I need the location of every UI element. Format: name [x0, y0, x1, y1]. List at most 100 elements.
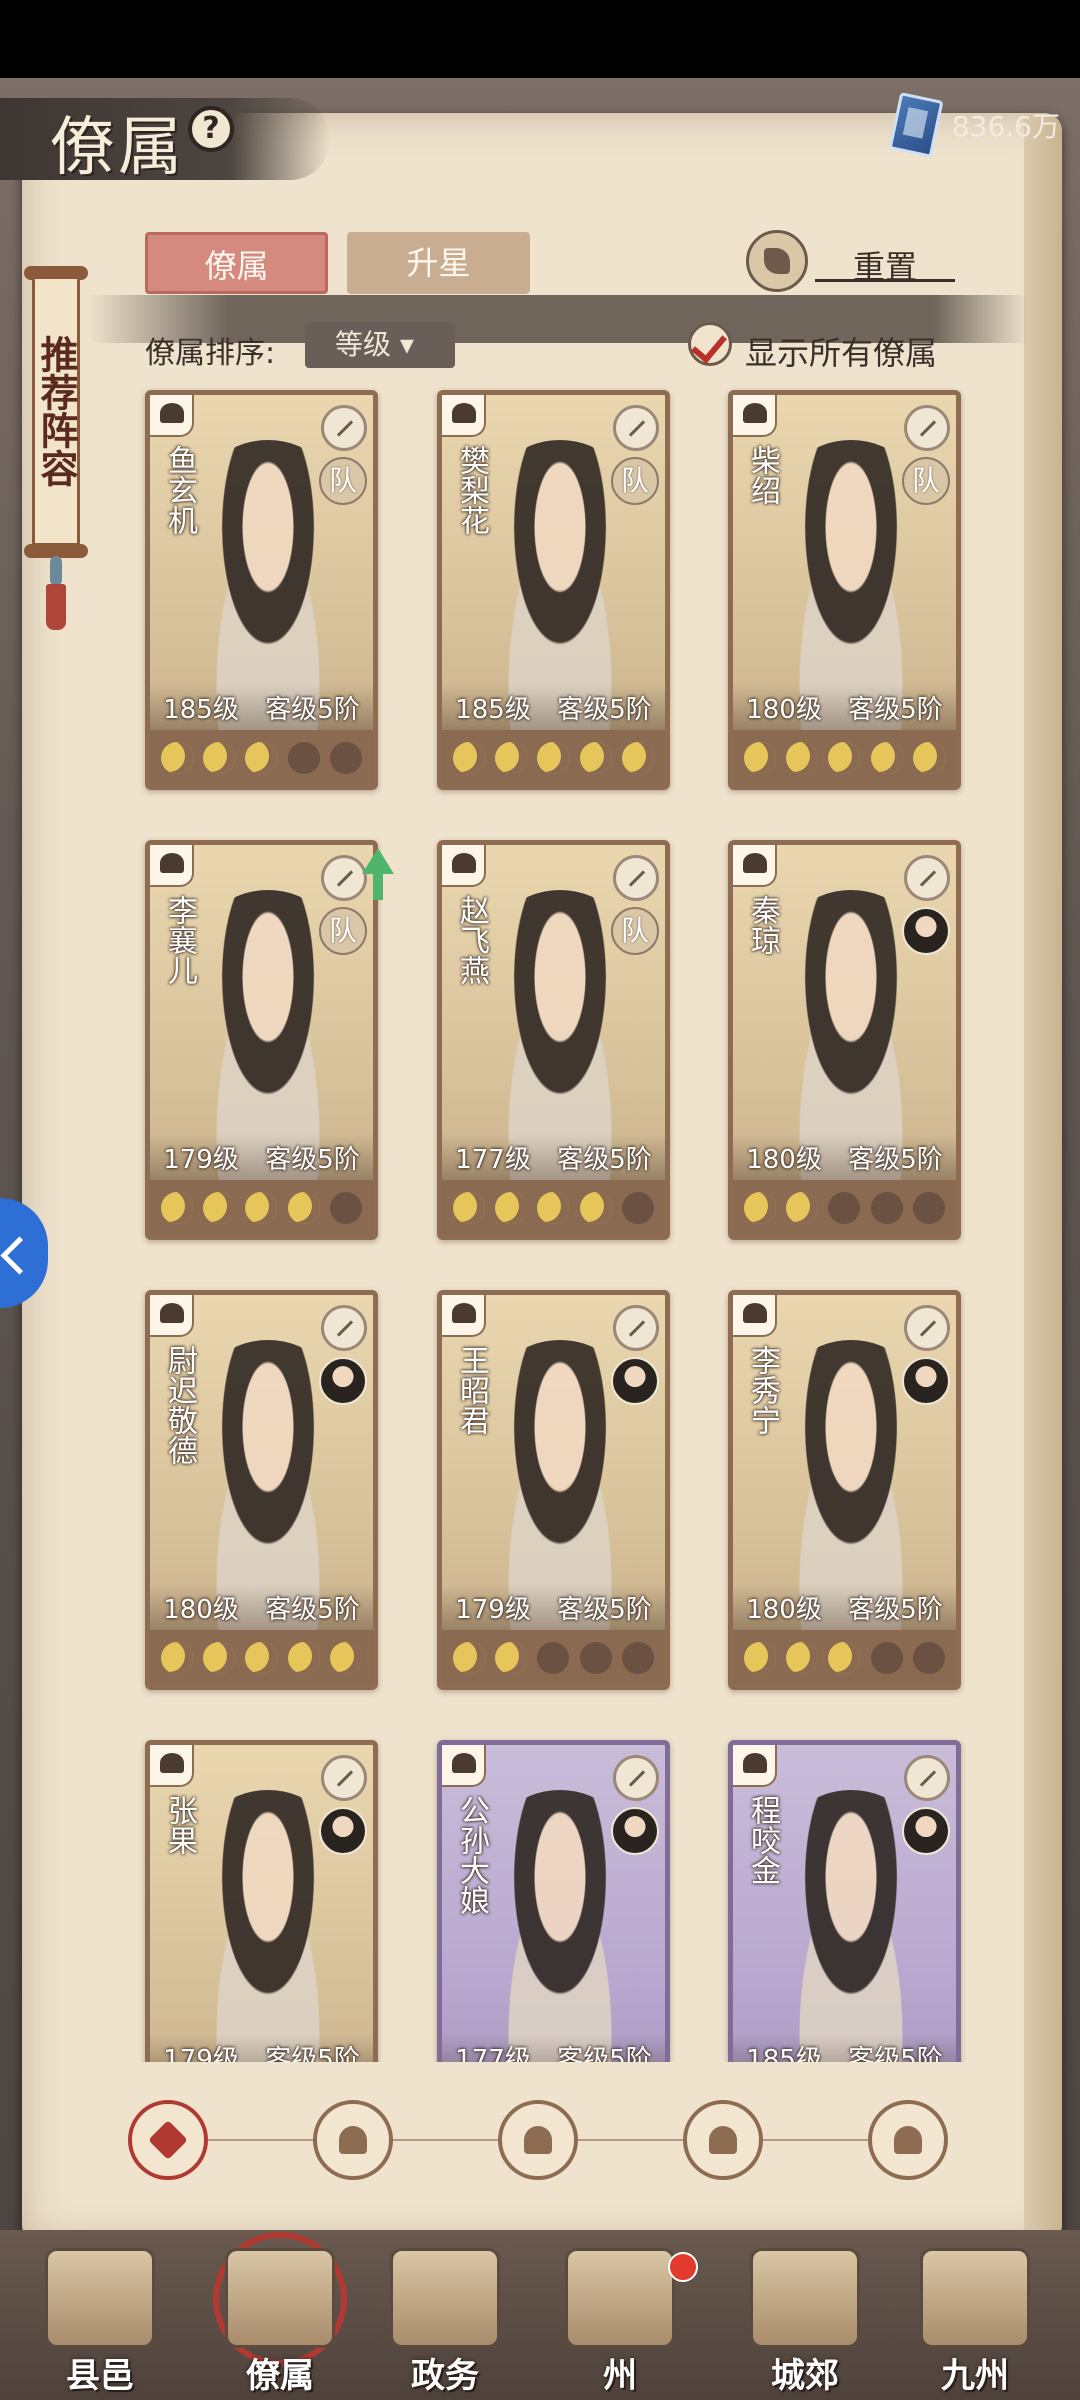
- moon-star-icon: [744, 741, 777, 774]
- staff-card[interactable]: 李襄儿 队 179级 客级5阶: [145, 840, 378, 1240]
- nav-item[interactable]: 县邑: [25, 2230, 175, 2400]
- star-row: [442, 1630, 665, 1685]
- tab-upgrade-star[interactable]: 升星: [347, 232, 530, 294]
- card-name: 尉迟敬德: [162, 1345, 197, 1465]
- card-level: 177级: [455, 2044, 531, 2063]
- card-name: 秦琼: [745, 895, 780, 955]
- card-level: 180级: [746, 1144, 822, 1175]
- card-name: 李襄儿: [162, 895, 197, 985]
- staff-card[interactable]: 柴绍 队 180级 客级5阶: [728, 390, 961, 790]
- nav-item[interactable]: 政务: [370, 2230, 520, 2400]
- staff-card[interactable]: 李秀宁 180级 客级5阶: [728, 1290, 961, 1690]
- staff-card[interactable]: 张果 179级 客级5阶: [145, 1740, 378, 2062]
- helmet-icon: [339, 2126, 367, 2154]
- team-badge: 队: [611, 907, 659, 955]
- staff-card[interactable]: 尉迟敬德 180级 客级5阶: [145, 1290, 378, 1690]
- empty-star-slot: [870, 1641, 903, 1674]
- card-guest-rank: 客级5阶: [265, 1144, 360, 1175]
- nav-art-icon: [920, 2248, 1030, 2348]
- moon-star-icon: [495, 1191, 528, 1224]
- team-badge: 队: [902, 457, 950, 505]
- bottom-nav: 县邑 僚属 政务 州 城郊 九州: [0, 2230, 1080, 2400]
- star-row: [442, 1180, 665, 1235]
- moon-star-icon: [453, 1641, 486, 1674]
- show-all-label[interactable]: 显示所有僚属: [745, 328, 937, 374]
- empty-star-slot: [537, 1641, 570, 1674]
- moon-star-icon: [537, 741, 570, 774]
- moon-star-icon: [744, 1641, 777, 1674]
- moon-star-icon: [828, 741, 861, 774]
- staff-card[interactable]: 赵飞燕 队 177级 客级5阶: [437, 840, 670, 1240]
- staff-card[interactable]: 公孙大娘 177级 客级5阶: [437, 1740, 670, 2062]
- show-all-checkbox[interactable]: [688, 322, 732, 366]
- moon-star-icon: [245, 1641, 278, 1674]
- moon-star-icon: [870, 741, 903, 774]
- tab-staff[interactable]: 僚属: [145, 232, 328, 294]
- sort-dropdown[interactable]: 等级 ▾: [305, 322, 455, 368]
- nav-art-icon: [390, 2248, 500, 2348]
- card-info: 180级 客级5阶: [733, 684, 956, 730]
- nav-item[interactable]: 九州: [900, 2230, 1050, 2400]
- moon-star-icon: [287, 1641, 320, 1674]
- moon-star-icon: [537, 1191, 570, 1224]
- moon-star-icon: [579, 741, 612, 774]
- card-guest-rank: 客级5阶: [265, 1594, 360, 1625]
- class-icon: [442, 845, 486, 887]
- class-icon: [442, 1745, 486, 1787]
- card-level: 185级: [746, 2044, 822, 2063]
- staff-card[interactable]: 樊梨花 队 185级 客级5阶: [437, 390, 670, 790]
- card-guest-rank: 客级5阶: [848, 1594, 943, 1625]
- avatar: [611, 1807, 659, 1855]
- moon-star-icon: [203, 1191, 236, 1224]
- weapon-icon: [321, 1755, 367, 1801]
- staff-card[interactable]: 秦琼 180级 客级5阶: [728, 840, 961, 1240]
- currency-display: 836.6万: [888, 90, 1060, 160]
- staff-card[interactable]: 程咬金 185级 客级5阶: [728, 1740, 961, 2062]
- page-title: 僚属: [50, 111, 186, 185]
- class-icon: [733, 845, 777, 887]
- weapon-icon: [904, 855, 950, 901]
- moon-star-icon: [495, 741, 528, 774]
- filter-helmet-icon[interactable]: [313, 2100, 393, 2180]
- card-guest-rank: 客级5阶: [265, 694, 360, 725]
- card-info: 179级 客级5阶: [150, 2034, 373, 2062]
- staff-card[interactable]: 鱼玄机 队 185级 客级5阶: [145, 390, 378, 790]
- nav-label: 僚属: [246, 2356, 314, 2396]
- team-badge: 队: [611, 457, 659, 505]
- card-info: 185级 客级5阶: [733, 2034, 956, 2062]
- weapon-icon: [904, 1755, 950, 1801]
- avatar: [902, 907, 950, 955]
- card-name: 赵飞燕: [454, 895, 489, 985]
- card-level: 185级: [455, 694, 531, 725]
- question-icon[interactable]: ?: [188, 106, 234, 152]
- reset-icon[interactable]: [746, 230, 808, 292]
- sort-value: 等级: [335, 328, 392, 361]
- card-name: 程咬金: [745, 1795, 780, 1885]
- empty-star-slot: [329, 1191, 362, 1224]
- moon-star-icon: [161, 1191, 194, 1224]
- filter-gourd-icon[interactable]: [498, 2100, 578, 2180]
- nav-item[interactable]: 城郊: [730, 2230, 880, 2400]
- filter-all-icon[interactable]: [128, 2100, 208, 2180]
- card-guest-rank: 客级5阶: [265, 2044, 360, 2063]
- star-row: [150, 1180, 373, 1235]
- moon-star-icon: [287, 1191, 320, 1224]
- card-info: 180级 客级5阶: [150, 1584, 373, 1630]
- filter-fan-icon[interactable]: [683, 2100, 763, 2180]
- reset-button[interactable]: 重置: [815, 242, 955, 286]
- weapon-icon: [904, 405, 950, 451]
- nav-label: 政务: [411, 2356, 479, 2396]
- card-info: 177级 客级5阶: [442, 2034, 665, 2062]
- card-level: 180级: [163, 1594, 239, 1625]
- gourd-icon: [524, 2126, 552, 2154]
- moon-star-icon: [786, 1191, 819, 1224]
- staff-card[interactable]: 王昭君 179级 客级5阶: [437, 1290, 670, 1690]
- nav-label: 县邑: [66, 2356, 134, 2396]
- moon-star-icon: [203, 741, 236, 774]
- card-grid: 鱼玄机队 185级 客级5阶 樊梨花队 185级 客级5阶 柴绍队 180级 客级5阶 李襄儿队 1…: [0, 380, 1080, 2062]
- nav-item[interactable]: 僚属: [205, 2230, 355, 2400]
- filter-lion-icon[interactable]: [868, 2100, 948, 2180]
- moon-star-icon: [744, 1191, 777, 1224]
- class-icon: [442, 1295, 486, 1337]
- card-name: 鱼玄机: [162, 445, 197, 535]
